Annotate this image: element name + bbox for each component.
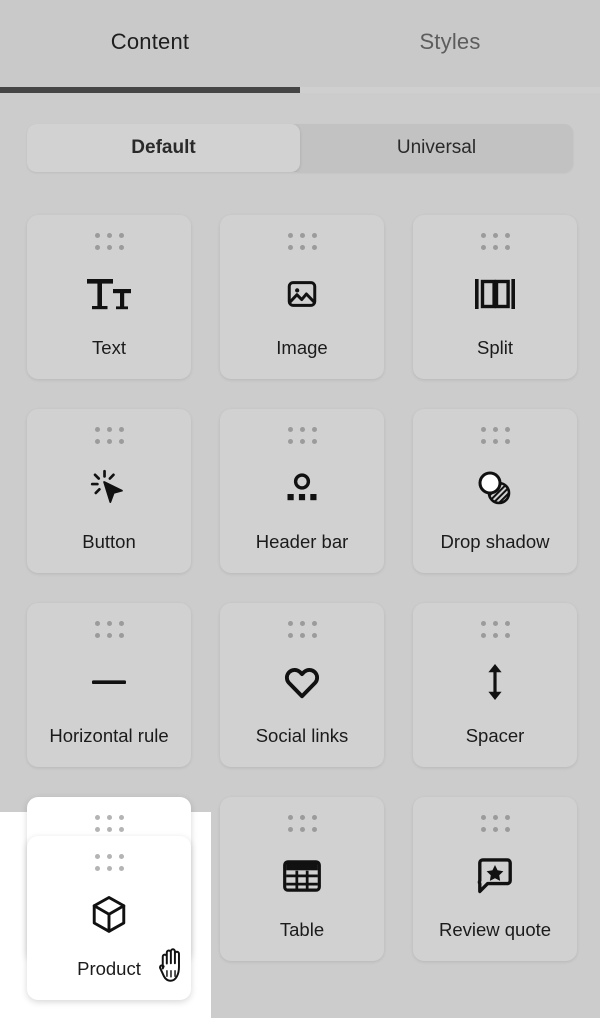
block-card-label: Table bbox=[280, 919, 324, 961]
tab-styles[interactable]: Styles bbox=[300, 0, 600, 93]
segment-default[interactable]: Default bbox=[27, 124, 300, 172]
drag-handle-dots-icon[interactable] bbox=[288, 233, 317, 250]
block-card-label: Header bar bbox=[256, 531, 349, 573]
drag-handle-dots-icon[interactable] bbox=[481, 427, 510, 444]
segment-universal-label: Universal bbox=[397, 137, 476, 159]
tab-styles-label: Styles bbox=[419, 29, 480, 55]
block-card-label: Social links bbox=[256, 725, 349, 767]
tab-content[interactable]: Content bbox=[0, 0, 300, 93]
block-card-drop-shadow[interactable]: Drop shadow bbox=[413, 409, 577, 573]
heart-icon bbox=[283, 638, 321, 725]
block-card-label: Horizontal rule bbox=[49, 725, 168, 767]
block-card-horizontal-rule[interactable]: Horizontal rule bbox=[27, 603, 191, 767]
star-speech-bubble-icon bbox=[476, 832, 514, 919]
block-card-product-dragging[interactable]: Product bbox=[27, 836, 191, 1000]
cube-icon bbox=[90, 871, 128, 958]
drag-handle-dots-icon[interactable] bbox=[95, 621, 124, 638]
drag-handle-dots-icon[interactable] bbox=[95, 427, 124, 444]
segment-default-label: Default bbox=[131, 137, 195, 159]
block-card-label: Drop shadow bbox=[440, 531, 549, 573]
block-scope-segmented-control: Default Universal bbox=[27, 124, 573, 172]
drop-shadow-icon bbox=[475, 444, 515, 531]
horizontal-rule-icon bbox=[89, 638, 129, 725]
content-blocks-panel: Content Styles Default Universal bbox=[0, 0, 600, 1018]
block-card-label: Text bbox=[92, 337, 126, 379]
drag-handle-dots-icon[interactable] bbox=[481, 815, 510, 832]
drag-handle-dots-icon[interactable] bbox=[95, 854, 124, 871]
tab-bar: Content Styles bbox=[0, 0, 600, 93]
drag-handle-dots-icon[interactable] bbox=[481, 621, 510, 638]
tab-content-label: Content bbox=[111, 29, 189, 55]
block-card-label: Split bbox=[477, 337, 513, 379]
block-card-spacer[interactable]: Spacer bbox=[413, 603, 577, 767]
block-card-social-links[interactable]: Social links bbox=[220, 603, 384, 767]
block-card-button[interactable]: Button bbox=[27, 409, 191, 573]
table-grid-icon bbox=[283, 832, 321, 919]
block-card-review-quote[interactable]: Review quote bbox=[413, 797, 577, 961]
drag-handle-dots-icon[interactable] bbox=[288, 621, 317, 638]
block-card-label: Review quote bbox=[439, 919, 551, 961]
drag-handle-dots-icon[interactable] bbox=[95, 815, 124, 832]
vertical-arrows-icon bbox=[482, 638, 508, 725]
header-bar-icon bbox=[282, 444, 322, 531]
image-icon bbox=[283, 250, 321, 337]
block-card-label: Button bbox=[82, 531, 136, 573]
block-card-split[interactable]: Split bbox=[413, 215, 577, 379]
block-card-label: Product bbox=[77, 958, 141, 1000]
block-card-image[interactable]: Image bbox=[220, 215, 384, 379]
drag-handle-dots-icon[interactable] bbox=[95, 233, 124, 250]
block-card-label: Spacer bbox=[466, 725, 525, 767]
drag-handle-dots-icon[interactable] bbox=[288, 815, 317, 832]
drag-handle-dots-icon[interactable] bbox=[288, 427, 317, 444]
segment-universal[interactable]: Universal bbox=[300, 124, 573, 172]
drag-handle-dots-icon[interactable] bbox=[481, 233, 510, 250]
block-card-table[interactable]: Table bbox=[220, 797, 384, 961]
cursor-click-icon bbox=[90, 444, 128, 531]
text-icon bbox=[86, 250, 132, 337]
split-icon bbox=[474, 250, 516, 337]
block-card-text[interactable]: Text bbox=[27, 215, 191, 379]
block-card-label: Image bbox=[276, 337, 327, 379]
block-card-header-bar[interactable]: Header bar bbox=[220, 409, 384, 573]
